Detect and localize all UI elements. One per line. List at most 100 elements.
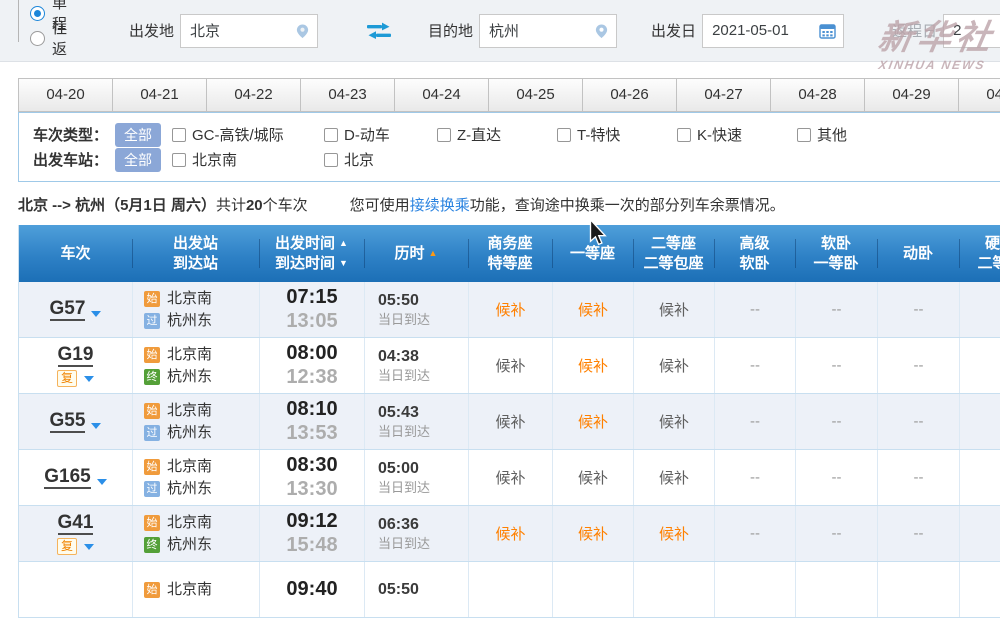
from-input[interactable]: 北京 [180, 13, 319, 48]
table-row: G55 始北京南过杭州东 08:10 13:53 05:43 当日到达 候补 候补 候补 -- --… [19, 394, 1000, 450]
sort-arrow-icon[interactable]: ▲ [339, 239, 348, 248]
filter-checkbox-option[interactable]: 北京南 [172, 149, 324, 170]
duration-cell: 05:50 [364, 562, 468, 617]
sort-arrow-icon[interactable]: ▼ [339, 259, 348, 268]
date-tab[interactable]: 04-24 [394, 78, 489, 112]
tip-prefix: 您可使用 [349, 197, 410, 214]
seat-availability-cell[interactable]: 候补 [633, 394, 714, 449]
date-tab[interactable]: 04-20 [18, 78, 113, 112]
column-header[interactable]: 出发时间 ▲ 到达时间 ▼ [259, 225, 364, 282]
train-number-link[interactable]: G55 [49, 410, 86, 433]
seat-availability-cell: -- [795, 282, 877, 337]
seat-availability-cell[interactable]: 候补 [633, 338, 714, 393]
header-text: 一等座 [569, 244, 615, 262]
times-cell: 08:00 12:38 [259, 338, 364, 393]
arrival-day: 当日到达 [378, 479, 431, 495]
expand-caret-icon[interactable] [91, 423, 102, 429]
seat-availability-cell[interactable]: 候补 [468, 394, 552, 449]
seat-availability-cell[interactable]: 候补 [552, 506, 633, 561]
header-text: 商务座 [487, 234, 533, 252]
return-date-input[interactable]: 2 [943, 13, 1000, 48]
seat-availability-cell[interactable]: 候补 [552, 338, 633, 393]
date-tab[interactable]: 04-30 [958, 78, 1000, 112]
checkbox-icon[interactable] [172, 152, 186, 167]
header-text: 二等包座 [643, 254, 704, 272]
depart-date-input[interactable]: 2021-05-01 [702, 13, 845, 48]
round-trip-radio[interactable]: 往返 [30, 20, 67, 58]
arrival-time: 13:30 [286, 478, 338, 500]
checkbox-icon[interactable] [324, 152, 338, 167]
date-tab[interactable]: 04-29 [864, 78, 959, 112]
train-cell: G19 复 [19, 338, 132, 393]
expand-caret-icon[interactable] [91, 311, 102, 317]
filter-checkbox-option[interactable]: 北京 [324, 149, 437, 170]
seat-availability-cell[interactable]: 候补 [468, 506, 552, 561]
checkbox-icon[interactable] [677, 127, 691, 142]
seat-availability-cell[interactable]: 候补 [552, 450, 633, 505]
seat-availability-cell[interactable]: 候补 [468, 282, 552, 337]
seat-availability-cell: -- [714, 394, 795, 449]
sort-arrow-icon[interactable]: ▲ [429, 249, 438, 258]
checkbox-icon[interactable] [172, 127, 186, 142]
to-input[interactable]: 杭州 [479, 13, 618, 48]
count-suffix: 个车次 [262, 197, 308, 214]
train-number-link[interactable]: G165 [44, 466, 91, 489]
swap-stations-icon[interactable] [364, 21, 394, 41]
table-row: G57 始北京南过杭州东 07:15 13:05 05:50 当日到达 候补 候补 候补 -- --… [19, 282, 1000, 338]
radio-unselected-icon [30, 30, 45, 46]
seat-availability-cell[interactable]: 候补 [468, 450, 552, 505]
filter-all-badge[interactable]: 全部 [115, 122, 161, 147]
header-text: 特等座 [487, 254, 533, 272]
checkbox-icon[interactable] [437, 127, 451, 142]
date-tab[interactable]: 04-22 [206, 78, 301, 112]
seat-availability-cell [959, 282, 1000, 337]
seat-availability-cell[interactable]: 候补 [633, 450, 714, 505]
date-tab[interactable]: 04-21 [112, 78, 207, 112]
table-row: G41 复始北京南终杭州东 09:12 15:48 06:36 当日到达 候补 候补 候补 -- -… [19, 506, 1000, 562]
expand-caret-icon[interactable] [96, 479, 107, 485]
stations-cell: 始北京南终杭州东 [132, 338, 259, 393]
seat-availability-cell: -- [877, 282, 959, 337]
station-name: 北京南 [167, 580, 213, 598]
filter-checkbox-option[interactable]: D-动车 [324, 124, 437, 145]
transfer-link[interactable]: 接续换乘 [410, 197, 470, 214]
checkbox-icon[interactable] [324, 127, 338, 142]
filter-checkbox-option[interactable]: T-特快 [557, 124, 677, 145]
filter-all-badge[interactable]: 全部 [115, 147, 161, 172]
seat-availability-cell: -- [714, 450, 795, 505]
seat-availability-cell[interactable]: 候补 [552, 394, 633, 449]
calendar-icon[interactable] [819, 23, 836, 39]
expand-caret-icon[interactable] [84, 375, 94, 382]
train-number-link[interactable]: G19 [57, 344, 94, 367]
filter-label: 出发车站： [33, 152, 109, 169]
checkbox-label: GC-高铁/城际 [192, 127, 284, 144]
column-header[interactable]: 历时 ▲ [364, 225, 468, 282]
table-row: G19 复始北京南终杭州东 08:00 12:38 04:38 当日到达 候补 候补 候补 -- -… [19, 338, 1000, 394]
filter-checkbox-option[interactable]: 其他 [797, 124, 867, 145]
checkbox-icon[interactable] [557, 127, 571, 142]
seat-availability-cell[interactable]: 候补 [633, 282, 714, 337]
date-tab[interactable]: 04-23 [300, 78, 395, 112]
seat-availability-cell[interactable]: 候补 [633, 506, 714, 561]
filter-checkbox-option[interactable]: GC-高铁/城际 [172, 124, 324, 145]
filter-checkbox-option[interactable]: Z-直达 [437, 124, 557, 145]
date-tab[interactable]: 04-27 [676, 78, 771, 112]
date-tab[interactable]: 04-25 [488, 78, 583, 112]
checkbox-label: 其他 [817, 127, 848, 144]
seat-availability-cell: -- [795, 450, 877, 505]
train-number-link[interactable]: G57 [49, 298, 86, 321]
tip-suffix: 功能，查询途中换乘一次的部分列车余票情况。 [469, 197, 785, 214]
seat-availability-cell[interactable]: 候补 [468, 338, 552, 393]
checkbox-icon[interactable] [797, 127, 811, 142]
train-table: 车次 出发站 到达站 出发时间 ▲ 到达时间 ▼ 历时 ▲ 商务座 特等座 一等座 二等座 二等包座 高级软… [18, 225, 1000, 618]
seat-availability-cell[interactable]: 候补 [552, 282, 633, 337]
expand-caret-icon[interactable] [84, 543, 94, 550]
date-tab[interactable]: 04-26 [582, 78, 677, 112]
times-cell: 09:40 [259, 562, 364, 617]
times-cell: 08:30 13:30 [259, 450, 364, 505]
train-number-link[interactable]: G41 [57, 512, 94, 535]
filter-checkbox-option[interactable]: K-快速 [677, 124, 797, 145]
location-pin-icon [296, 23, 309, 38]
date-tab[interactable]: 04-28 [770, 78, 865, 112]
duration-value: 04:38 [378, 347, 419, 365]
